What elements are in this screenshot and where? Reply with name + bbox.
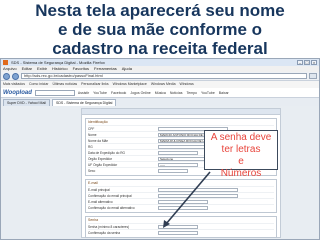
email-section: E-mail E-mail principal Confirmação do e…: [85, 179, 277, 213]
alt-email-field[interactable]: [158, 199, 208, 204]
field-label: Sexo: [88, 168, 96, 173]
field-label: RG: [88, 144, 93, 149]
address-bar[interactable]: http://sds.rec.go.br/cadastro/passoFinal…: [21, 73, 307, 79]
toolbar-link[interactable]: Assistir: [78, 91, 89, 95]
form-row: Confirmação da senha: [88, 229, 274, 235]
toolbar-link[interactable]: Notícias: [170, 91, 183, 95]
field-label: Confirmação do email principal: [88, 193, 132, 198]
bookmarks-bar: Mais visitados Como iniciar Últimas notí…: [1, 81, 319, 88]
firefox-icon: [3, 60, 8, 65]
toolbar-search-input[interactable]: [34, 89, 75, 96]
toolbar-links: Assistir YouTube Facebook Jogos Online M…: [78, 91, 229, 95]
toolbar-link[interactable]: Baixar: [219, 91, 229, 95]
field-label: Confirmação do email alternativo: [88, 205, 135, 210]
email-field[interactable]: [158, 187, 238, 192]
window-titlebar: SDS - Sistema de Segurança Digital - Moz…: [1, 59, 319, 66]
maximize-icon[interactable]: □: [304, 60, 310, 65]
password-hint-callout: A senha deve ter letras e Números: [204, 130, 278, 179]
field-label: E-mail principal: [88, 187, 110, 192]
callout-line-2: e: [238, 156, 244, 167]
menu-item-historico[interactable]: Histórico: [52, 66, 68, 72]
rg-date-field[interactable]: [158, 150, 198, 155]
addon-toolbar: Woopload Assistir YouTube Facebook Jogos…: [1, 88, 319, 98]
bookmark-item[interactable]: Últimas notícias: [52, 81, 77, 88]
field-label: Data de Expedição do RG: [88, 150, 126, 155]
email-confirm-field[interactable]: [158, 193, 238, 198]
menu-item-ajuda[interactable]: Ajuda: [122, 66, 132, 72]
field-label: CPF: [88, 126, 95, 131]
toolbar-link[interactable]: Jogos Online: [130, 91, 150, 95]
bookmark-item[interactable]: Windows Media: [151, 81, 176, 88]
toolbar-link[interactable]: Facebook: [111, 91, 126, 95]
field-label: Órgão Expedidor: [88, 156, 113, 161]
sex-select[interactable]: [158, 168, 188, 173]
toolbar-link[interactable]: YouTube: [201, 91, 215, 95]
slide-heading: Nesta tela aparecerá seu nome e de sua m…: [0, 0, 320, 58]
field-label: Senha (mínimo 8 caracteres): [88, 224, 130, 229]
tab-sds[interactable]: SDS - Sistema de Segurança Digital: [51, 99, 117, 106]
window-title: SDS - Sistema de Segurança Digital - Moz…: [11, 60, 105, 65]
window-controls: – □ ×: [297, 60, 317, 65]
forward-arrow-icon[interactable]: [12, 72, 19, 80]
heading-line-2: e de sua mãe conforme o: [57, 20, 263, 39]
field-label: Nome: [88, 132, 97, 137]
toolbar-link[interactable]: Música: [155, 91, 166, 95]
form-row: Confirmação do email alternativo: [88, 204, 274, 210]
menu-item-arquivo[interactable]: Arquivo: [3, 66, 17, 72]
heading-line-1: Nesta tela aparecerá seu nome: [35, 1, 285, 20]
heading-line-3: cadastro na receita federal: [52, 39, 268, 58]
go-button[interactable]: [309, 73, 317, 79]
field-label: Confirmação da senha: [88, 230, 121, 235]
menu-item-editar[interactable]: Editar: [22, 66, 32, 72]
bookmark-item[interactable]: Windows: [180, 81, 194, 88]
bookmark-item[interactable]: Windows Marketplace: [113, 81, 147, 88]
field-label: Nome da Mãe: [88, 138, 109, 143]
navigation-bar: http://sds.rec.go.br/cadastro/passoFinal…: [1, 72, 319, 81]
password-confirm-field[interactable]: [158, 230, 198, 235]
rg-field[interactable]: [158, 144, 208, 149]
issuer-uf-select[interactable]: -----: [158, 162, 198, 167]
field-label: E-mail alternativo: [88, 199, 113, 204]
toolbar-link[interactable]: YouTube: [93, 91, 107, 95]
toolbar-link[interactable]: Tempo: [187, 91, 198, 95]
bookmark-item[interactable]: Mais visitados: [3, 81, 25, 88]
menu-item-exibir[interactable]: Exibir: [37, 66, 47, 72]
menu-item-ferramentas[interactable]: Ferramentas: [94, 66, 117, 72]
field-label: UF Órgão Expedidor: [88, 162, 118, 167]
alt-email-confirm-field[interactable]: [158, 205, 208, 210]
toolbar-brand[interactable]: Woopload: [3, 90, 32, 96]
close-icon[interactable]: ×: [311, 60, 317, 65]
minimize-icon[interactable]: –: [297, 60, 303, 65]
callout-line-1: A senha deve ter letras: [210, 132, 272, 155]
tab-strip: Super DVD - Yahoo! Mail SDS - Sistema de…: [1, 98, 319, 106]
password-field[interactable]: [158, 224, 198, 229]
callout-line-3: Números: [220, 168, 262, 179]
form-header-bar: [82, 109, 280, 115]
bookmark-item[interactable]: Personalizar links: [81, 81, 108, 88]
tab-yahoo-mail[interactable]: Super DVD - Yahoo! Mail: [3, 99, 50, 106]
back-arrow-icon[interactable]: [3, 72, 10, 80]
password-section: Senha Senha (mínimo 8 caracteres) Confir…: [85, 216, 277, 238]
bookmark-item[interactable]: Como iniciar: [29, 81, 48, 88]
menu-item-favoritos[interactable]: Favoritos: [73, 66, 89, 72]
